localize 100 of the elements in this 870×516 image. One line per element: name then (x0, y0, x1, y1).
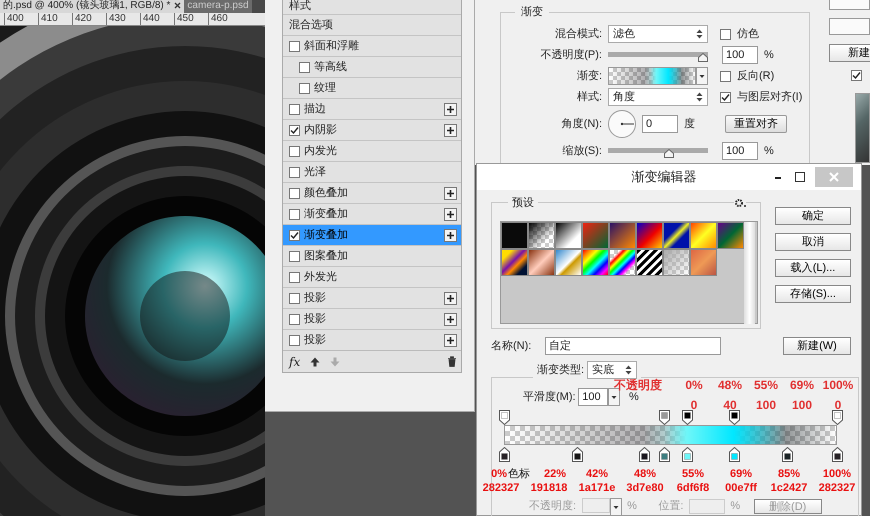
opacity-stop[interactable] (832, 410, 843, 425)
checkbox[interactable] (289, 188, 300, 198)
button-edge[interactable] (829, 18, 870, 35)
style-list-item[interactable]: 等高线 (283, 56, 461, 77)
scrollbar[interactable] (744, 222, 755, 324)
checkbox[interactable] (289, 292, 300, 304)
gradient-swatch[interactable] (609, 222, 636, 249)
gradient-swatch[interactable] (555, 222, 582, 249)
dialog-button[interactable]: 确定 (775, 207, 851, 225)
gradient-swatch[interactable] (717, 222, 744, 249)
add-button[interactable] (444, 334, 457, 346)
dialog-button[interactable]: 存储(S)... (775, 285, 851, 303)
style-list-item[interactable]: 图案叠加 (283, 245, 461, 266)
color-stop[interactable] (658, 447, 670, 462)
gradient-swatch[interactable] (690, 222, 717, 249)
color-stop[interactable] (728, 447, 740, 462)
checkbox[interactable] (289, 272, 300, 282)
opacity-stop[interactable] (682, 410, 694, 425)
checkbox[interactable] (289, 104, 300, 114)
button-edge[interactable] (829, 0, 870, 10)
slider-thumb[interactable] (664, 149, 674, 158)
checkbox[interactable] (289, 334, 300, 346)
number-field[interactable]: 100 (722, 46, 758, 64)
checkbox[interactable] (299, 82, 310, 94)
checkbox[interactable] (289, 146, 300, 156)
fx-button[interactable]: fx (289, 352, 300, 370)
reset-alignment-button[interactable]: 重置对齐 (725, 115, 787, 133)
style-list-item[interactable]: 内阴影 (283, 119, 461, 140)
color-stop[interactable] (682, 447, 694, 462)
gradient-swatch[interactable] (582, 249, 609, 276)
gradient-swatch[interactable] (636, 249, 663, 276)
close-icon[interactable] (174, 2, 182, 9)
checkbox[interactable] (289, 230, 300, 240)
add-button[interactable] (444, 102, 457, 116)
style-list-item[interactable]: 混合选项 (283, 14, 461, 35)
checkbox[interactable] (289, 40, 300, 52)
dialog-button[interactable]: 取消 (775, 233, 851, 251)
smoothness-field[interactable]: 100 (578, 388, 608, 406)
opacity-stop[interactable] (499, 410, 510, 425)
add-button[interactable] (444, 228, 457, 242)
number-field[interactable]: 100 (722, 142, 758, 160)
style-list-item[interactable]: 斜面和浮雕 (283, 35, 461, 56)
checkbox[interactable] (720, 28, 731, 40)
add-button[interactable] (444, 312, 457, 326)
slider-thumb[interactable] (698, 53, 708, 62)
gradient-swatch[interactable] (609, 249, 636, 276)
color-stop[interactable] (638, 447, 650, 462)
style-list-item[interactable]: 光泽 (283, 161, 461, 182)
angle-dial[interactable] (608, 110, 636, 138)
style-list-item[interactable]: 颜色叠加 (283, 182, 461, 203)
blend-mode-select[interactable]: 滤色 (608, 25, 708, 43)
gradient-swatch[interactable] (528, 249, 555, 276)
checkbox[interactable] (289, 208, 300, 220)
checkbox[interactable] (299, 62, 310, 72)
gradient-swatch[interactable] (501, 222, 528, 249)
checkbox[interactable] (289, 250, 300, 262)
add-button[interactable] (444, 208, 457, 220)
gradient-swatch[interactable] (555, 249, 582, 276)
style-select[interactable]: 角度 (608, 88, 708, 106)
presets-grid[interactable] (500, 221, 758, 324)
add-button[interactable] (444, 186, 457, 200)
checkbox[interactable] (289, 314, 300, 324)
opacity-stop[interactable] (728, 410, 740, 425)
checkbox[interactable] (720, 70, 731, 82)
gradient-swatch[interactable] (636, 222, 663, 249)
gear-icon[interactable] (734, 198, 746, 208)
checkbox[interactable] (289, 124, 300, 136)
style-list-item[interactable]: 投影 (283, 287, 461, 308)
color-stop[interactable] (832, 447, 843, 462)
gradient-swatch[interactable] (663, 249, 690, 276)
color-stop[interactable] (782, 447, 794, 462)
add-button[interactable] (444, 292, 457, 304)
dialog-button[interactable]: 载入(L)... (775, 259, 851, 277)
opacity-stop[interactable] (658, 410, 670, 425)
gradient-type-select[interactable]: 实底 (586, 361, 637, 379)
dropdown-button[interactable] (696, 67, 708, 85)
new-button[interactable]: 新建(W) (783, 337, 851, 355)
style-list-item[interactable]: 内发光 (283, 140, 461, 161)
up-arrow-icon[interactable] (310, 356, 320, 366)
style-list-item[interactable]: 外发光 (283, 266, 461, 287)
gradient-swatch[interactable] (582, 222, 609, 249)
trash-icon[interactable] (447, 356, 457, 367)
gradient-swatch[interactable] (528, 222, 555, 249)
checkbox[interactable] (289, 166, 300, 178)
style-list-item[interactable]: 纹理 (283, 77, 461, 98)
checkbox[interactable] (851, 70, 862, 81)
gradient-swatch[interactable] (501, 249, 528, 276)
style-list-item[interactable]: 投影 (283, 308, 461, 329)
checkbox[interactable] (720, 92, 731, 102)
gradient-swatch[interactable] (663, 222, 690, 249)
add-button[interactable] (444, 124, 457, 136)
style-list-item[interactable]: 投影 (283, 329, 461, 350)
gradient-swatch[interactable] (690, 249, 717, 276)
color-stop[interactable] (572, 447, 584, 462)
number-field[interactable]: 0 (642, 115, 678, 133)
style-list-item[interactable]: 渐变叠加 (283, 203, 461, 224)
name-field[interactable]: 自定 (545, 337, 721, 355)
color-stop[interactable] (499, 447, 510, 462)
style-list-item[interactable]: 描边 (283, 98, 461, 119)
new-style-button[interactable]: 新建 (829, 44, 870, 62)
